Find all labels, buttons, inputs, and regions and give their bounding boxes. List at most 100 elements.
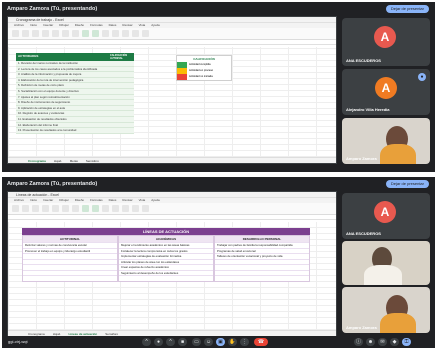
menu-diseno[interactable]: Diseño <box>75 198 84 203</box>
camera-icon[interactable]: ■ <box>178 338 187 346</box>
sheet-grid[interactable]: ACTIVIDADES CALIFICACIÓN AUTOEVAL 1. Rev… <box>8 47 336 157</box>
sheet-tab[interactable]: Hoja1 <box>54 158 62 163</box>
sheet-tab[interactable]: Semáforo <box>86 158 99 163</box>
info-icon[interactable]: ⓘ <box>354 338 363 346</box>
table-cell[interactable] <box>215 275 309 281</box>
font-icon[interactable] <box>32 205 39 212</box>
captions-icon[interactable]: ▭ <box>192 338 201 346</box>
menu-vista[interactable]: Vista <box>139 198 146 203</box>
table-format-icon[interactable] <box>92 30 99 37</box>
menu-dibujar[interactable]: Dibujar <box>59 23 69 28</box>
meeting-code: ggi-ctrj-wqt <box>8 339 28 344</box>
participant-tile[interactable]: A ANA ESCUDEROS <box>342 193 430 239</box>
sort-icon[interactable] <box>132 205 139 212</box>
chevron-up-icon[interactable]: ^ <box>166 338 175 346</box>
meet-control-bar: ggi-ctrj-wqt ^ ● ^ ■ ▭ ☺ ▣ ✋ ⋮ ☎ ⓘ ☻ ✉ ◆… <box>2 336 435 348</box>
cut-icon[interactable] <box>22 205 29 212</box>
menu-revisar[interactable]: Revisar <box>122 198 132 203</box>
align-icon[interactable] <box>52 205 59 212</box>
menu-insertar[interactable]: Insertar <box>43 23 53 28</box>
cell-styles-icon[interactable] <box>102 30 109 37</box>
font-icon[interactable] <box>32 30 39 37</box>
menu-revisar[interactable]: Revisar <box>122 23 132 28</box>
formula-bar[interactable] <box>8 40 336 45</box>
number-format-icon[interactable] <box>72 30 79 37</box>
table-format-icon[interactable] <box>92 205 99 212</box>
menu-inicio[interactable]: Inicio <box>30 198 37 203</box>
meet-window-2: Amparo Zamora (Tú, presentando) Dejar de… <box>2 177 435 348</box>
section-title: LÍNEAS DE ACTUACIÓN <box>22 228 310 235</box>
activities-icon[interactable]: ◆ <box>390 338 399 346</box>
menu-diseno[interactable]: Diseño <box>75 23 84 28</box>
table-cell[interactable] <box>23 275 117 281</box>
bold-icon[interactable] <box>42 30 49 37</box>
column-actitudinal: ACTITUDINAL Reforzar valores y normas de… <box>22 235 118 282</box>
mic-off-icon: ● <box>418 73 426 81</box>
menu-datos[interactable]: Datos <box>109 198 117 203</box>
menu-formulas[interactable]: Fórmulas <box>90 198 103 203</box>
menu-insertar[interactable]: Insertar <box>43 198 53 203</box>
activities-table: ACTIVIDADES CALIFICACIÓN AUTOEVAL 1. Rev… <box>16 53 134 134</box>
chat-icon[interactable]: ✉ <box>378 338 387 346</box>
menu-ayuda[interactable]: Ayuda <box>151 23 159 28</box>
task-row[interactable]: 13. Presentación de resultados a la comu… <box>16 128 134 134</box>
lineas-table: LÍNEAS DE ACTUACIÓN ACTITUDINAL Reforzar… <box>22 228 310 282</box>
bold-icon[interactable] <box>42 205 49 212</box>
host-controls-icon[interactable]: ⚿ <box>402 338 411 346</box>
present-screen-icon[interactable]: ▣ <box>216 338 225 346</box>
participant-tile[interactable]: Amparo Zamora <box>342 118 430 164</box>
shared-screen: Líneas de actuación - Excel Archivo Inic… <box>7 191 337 337</box>
insert-icon[interactable] <box>112 205 119 212</box>
menu-datos[interactable]: Datos <box>109 23 117 28</box>
menu-inicio[interactable]: Inicio <box>30 23 37 28</box>
menu-archivo[interactable]: Archivo <box>14 23 24 28</box>
more-options-icon[interactable]: ⋮ <box>240 338 249 346</box>
insert-icon[interactable] <box>112 30 119 37</box>
menu-ayuda[interactable]: Ayuda <box>151 198 159 203</box>
table-cell[interactable] <box>119 275 213 281</box>
cell-styles-icon[interactable] <box>102 205 109 212</box>
find-icon[interactable] <box>142 30 149 37</box>
raise-hand-icon[interactable]: ✋ <box>228 338 237 346</box>
formula-bar[interactable] <box>8 215 336 220</box>
excel-ribbon <box>8 203 336 215</box>
mic-icon[interactable]: ● <box>154 338 163 346</box>
shared-screen: Cronograma de trabajo - Excel Archivo In… <box>7 16 337 164</box>
conditional-format-icon[interactable] <box>82 30 89 37</box>
cut-icon[interactable] <box>22 30 29 37</box>
sort-icon[interactable] <box>132 30 139 37</box>
hang-up-icon[interactable]: ☎ <box>254 338 268 346</box>
menu-dibujar[interactable]: Dibujar <box>59 198 69 203</box>
avatar: A <box>374 26 396 48</box>
presenter-title: Amparo Zamora (Tú, presentando) <box>7 6 98 12</box>
emoji-icon[interactable]: ☺ <box>204 338 213 346</box>
align-icon[interactable] <box>52 30 59 37</box>
participant-tile[interactable]: ● A Alejandro Villa Heredia <box>342 69 430 115</box>
sheet-tab[interactable]: Cronograma <box>28 158 46 163</box>
participant-tile[interactable]: Amparo Zamora <box>342 287 430 333</box>
delete-icon[interactable] <box>122 30 129 37</box>
participant-tile[interactable] <box>342 241 430 285</box>
legend-item: Actividad no iniciada <box>177 74 231 80</box>
wrap-icon[interactable] <box>62 30 69 37</box>
wrap-icon[interactable] <box>62 205 69 212</box>
menu-archivo[interactable]: Archivo <box>14 198 24 203</box>
find-icon[interactable] <box>142 205 149 212</box>
participant-tile[interactable]: A ANA ESCUDEROS <box>342 18 430 66</box>
person-body <box>364 265 402 285</box>
sheet-tab[interactable]: Metas <box>70 158 78 163</box>
menu-formulas[interactable]: Fórmulas <box>90 23 103 28</box>
delete-icon[interactable] <box>122 205 129 212</box>
chevron-up-icon[interactable]: ^ <box>142 338 151 346</box>
conditional-format-icon[interactable] <box>82 205 89 212</box>
sheet-tabs: Cronograma Hoja1 Metas Semáforo <box>8 157 336 163</box>
people-icon[interactable]: ☻ <box>366 338 375 346</box>
sheet-grid[interactable]: LÍNEAS DE ACTUACIÓN ACTITUDINAL Reforzar… <box>8 222 336 330</box>
paste-icon[interactable] <box>12 30 19 37</box>
number-format-icon[interactable] <box>72 205 79 212</box>
person-body <box>380 144 416 164</box>
stop-presenting-button[interactable]: Dejar de presentar <box>385 5 429 13</box>
paste-icon[interactable] <box>12 205 19 212</box>
menu-vista[interactable]: Vista <box>139 23 146 28</box>
stop-presenting-button[interactable]: Dejar de presentar <box>385 180 429 188</box>
